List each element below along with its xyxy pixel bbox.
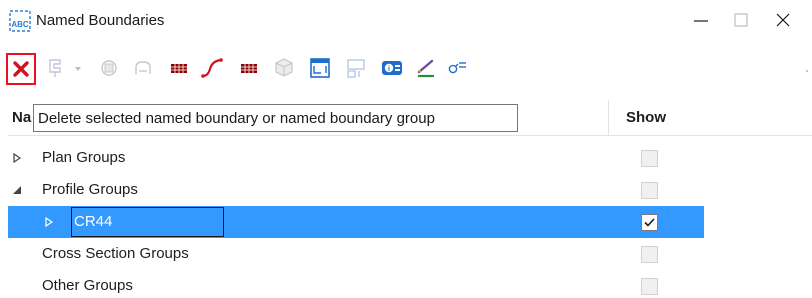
filter-button[interactable] — [444, 54, 472, 82]
path-button[interactable] — [130, 54, 156, 82]
named-boundaries-app-icon: ABC — [9, 10, 31, 32]
tree-row-label: Cross Section Groups — [42, 245, 189, 262]
tree-row-plan-groups[interactable]: Plan Groups — [8, 142, 812, 174]
svg-text:ABC: ABC — [11, 20, 29, 29]
minimize-icon — [694, 20, 708, 22]
create-boundary-dropdown[interactable] — [44, 54, 88, 82]
layout-button[interactable] — [342, 54, 370, 82]
cross-section-grid-button[interactable] — [236, 54, 262, 82]
tree-left-rail — [0, 138, 8, 298]
close-icon — [776, 13, 790, 27]
expand-arrow-icon[interactable] — [42, 206, 56, 238]
properties-button[interactable]: i — [378, 54, 406, 82]
edit-pencil-button[interactable] — [412, 54, 440, 82]
title-bar: ABC Named Boundaries — [0, 0, 812, 44]
create-boundary-icon — [49, 59, 81, 77]
column-divider[interactable] — [608, 100, 609, 136]
filter-icon — [448, 62, 466, 74]
group-button[interactable] — [96, 54, 122, 82]
path-icon — [135, 61, 151, 74]
delete-tooltip: Delete selected named boundary or named … — [33, 104, 518, 132]
tree-row-other-groups[interactable]: Other Groups — [8, 270, 812, 298]
show-checkbox[interactable] — [641, 182, 658, 199]
grid-icon — [241, 64, 257, 73]
tree-row-label[interactable]: CR44 — [74, 213, 112, 230]
show-column-header[interactable]: Show — [626, 109, 666, 126]
close-button[interactable] — [760, 0, 806, 40]
toolbar: i — [0, 48, 812, 88]
tree-row-cr44-selected[interactable]: CR44 — [8, 206, 704, 238]
tree-row-label: Other Groups — [42, 277, 133, 294]
grid-icon — [171, 64, 187, 73]
show-checkbox[interactable] — [641, 246, 658, 263]
group-icon — [101, 60, 117, 76]
curve-icon — [201, 58, 223, 78]
pencil-icon — [417, 59, 434, 78]
profile-curve-button[interactable] — [198, 54, 226, 82]
expand-arrow-icon[interactable] — [10, 142, 24, 174]
delete-x-icon — [13, 61, 29, 77]
tree-row-label: Profile Groups — [42, 181, 138, 198]
checkmark-icon — [644, 218, 655, 227]
fit-view-button[interactable] — [306, 54, 334, 82]
toolbar-overflow-grip[interactable] — [806, 70, 808, 72]
properties-icon: i — [382, 61, 402, 75]
show-checkbox-checked[interactable] — [641, 214, 658, 231]
delete-button[interactable] — [6, 53, 36, 85]
collapse-arrow-icon[interactable] — [10, 174, 24, 206]
layout-icon — [347, 59, 365, 78]
plan-grid-button[interactable] — [166, 54, 192, 82]
tree-row-profile-groups[interactable]: Profile Groups — [8, 174, 812, 206]
name-column-header[interactable]: Na — [12, 109, 31, 126]
cube-icon — [275, 58, 293, 77]
tree-row-label: Plan Groups — [42, 149, 126, 166]
maximize-icon — [734, 13, 748, 27]
fit-view-icon — [310, 58, 330, 78]
3d-boundary-button[interactable] — [270, 54, 298, 82]
svg-text:i: i — [388, 66, 390, 73]
window-title: Named Boundaries — [36, 12, 165, 29]
show-checkbox[interactable] — [641, 150, 658, 167]
tree-row-cross-section-groups[interactable]: Cross Section Groups — [8, 238, 812, 270]
maximize-button[interactable] — [718, 0, 764, 40]
show-checkbox[interactable] — [641, 278, 658, 295]
